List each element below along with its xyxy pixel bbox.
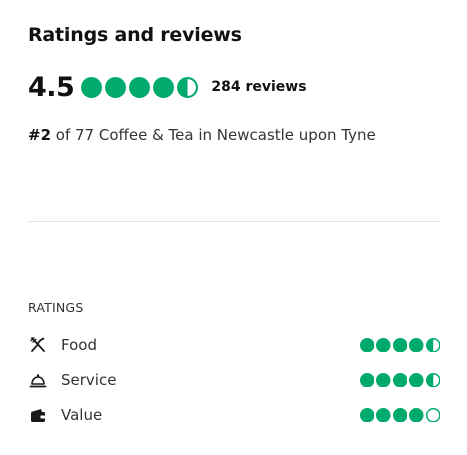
rank-description: of 77 Coffee & Tea in Newcastle upon Tyn… xyxy=(51,126,376,144)
bubble-half xyxy=(425,337,440,353)
bubble-full xyxy=(376,372,391,388)
wallet-icon xyxy=(28,405,48,425)
review-count-link[interactable]: 284 reviews xyxy=(211,79,306,95)
bubble-full xyxy=(376,407,391,423)
overall-score: 4.5 xyxy=(28,71,75,103)
bubble-full xyxy=(392,407,407,423)
divider xyxy=(28,221,440,222)
bubble-full xyxy=(129,76,151,98)
rank-number: #2 xyxy=(28,126,52,144)
bubble-full xyxy=(376,337,391,353)
ratings-heading: RATINGS xyxy=(28,300,84,315)
section-title: Ratings and reviews xyxy=(28,24,242,46)
rating-label-food: Food xyxy=(61,336,97,354)
bubble-half xyxy=(177,76,199,98)
ranking-text[interactable]: #2 of 77 Coffee & Tea in Newcastle upon … xyxy=(28,126,376,144)
food-bubble-rating xyxy=(359,337,441,353)
rating-row-service: Service xyxy=(28,367,440,393)
bubble-full xyxy=(409,407,424,423)
rating-row-value: Value xyxy=(28,402,440,428)
bubble-full xyxy=(81,76,103,98)
service-bubble-rating xyxy=(359,372,441,388)
rating-label-service: Service xyxy=(61,371,117,389)
bubble-full xyxy=(153,76,175,98)
rating-row-food: Food xyxy=(28,332,440,358)
bubble-full xyxy=(392,372,407,388)
overall-bubble-rating xyxy=(81,76,199,98)
utensils-icon xyxy=(28,335,48,355)
bubble-full xyxy=(359,337,374,353)
bubble-half xyxy=(425,372,440,388)
bubble-full xyxy=(105,76,127,98)
bubble-full xyxy=(409,337,424,353)
cloche-icon xyxy=(28,370,48,390)
bubble-full xyxy=(392,337,407,353)
overall-rating: 4.5 284 reviews xyxy=(28,68,307,106)
bubble-full xyxy=(359,372,374,388)
bubble-full xyxy=(409,372,424,388)
bubble-full xyxy=(359,407,374,423)
rating-label-value: Value xyxy=(61,406,103,424)
value-bubble-rating xyxy=(359,407,441,423)
bubble-empty xyxy=(425,407,440,423)
